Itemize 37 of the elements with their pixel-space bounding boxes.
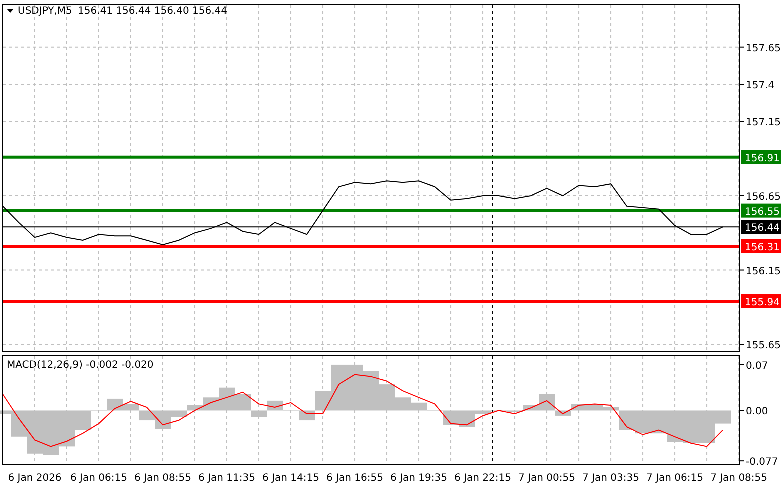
price-tag: 156.31	[741, 240, 781, 254]
axis-label: 155.65	[746, 340, 781, 352]
time-label: 6 Jan 06:15	[70, 473, 128, 484]
axis-label: 156.15	[746, 266, 781, 278]
axis-label: 157.15	[746, 118, 781, 129]
ref-line-label: 156.91	[745, 153, 780, 164]
ref-line-label: 155.94	[745, 297, 780, 308]
time-label: 6 Jan 16:55	[326, 473, 384, 484]
axis-label: 156.65	[746, 192, 781, 203]
dropdown-icon[interactable]	[7, 9, 14, 13]
histogram-bar	[651, 410, 668, 434]
time-label: 6 Jan 19:35	[390, 473, 448, 484]
axis-label: 157.4	[746, 80, 775, 92]
time-label: 6 Jan 14:15	[262, 473, 320, 484]
quote-values: 156.41 156.44 156.40 156.44	[78, 6, 228, 17]
histogram-bar	[683, 410, 700, 444]
symbol-label: USDJPY,M5	[18, 6, 72, 17]
axis-label: -0.077	[746, 457, 778, 468]
time-label: 6 Jan 11:35	[198, 473, 256, 484]
price-tag: 156.44	[741, 220, 781, 234]
price-tag: 156.55	[741, 204, 781, 218]
time-label: 7 Jan 08:55	[710, 473, 768, 484]
time-label: 7 Jan 00:55	[518, 473, 576, 484]
axis-label: 0.00	[746, 406, 768, 418]
ref-line-label: 156.31	[745, 242, 780, 254]
ref-line-label: 156.55	[745, 206, 780, 218]
time-label: 7 Jan 03:35	[582, 473, 640, 484]
price-tag: 155.94	[741, 294, 781, 308]
time-label: 6 Jan 08:55	[134, 473, 192, 484]
time-label: 7 Jan 06:15	[646, 473, 704, 484]
time-label: 6 Jan 22:15	[454, 473, 512, 484]
indicator-title: MACD(12,26,9) -0.002 -0.020	[7, 360, 154, 371]
axis-label: 157.65	[746, 43, 781, 54]
price-tag: 156.91	[741, 150, 781, 164]
axis-label: 0.07	[746, 360, 768, 372]
time-label: 6 Jan 2026	[8, 473, 62, 484]
ref-line-label: 156.44	[745, 223, 780, 234]
